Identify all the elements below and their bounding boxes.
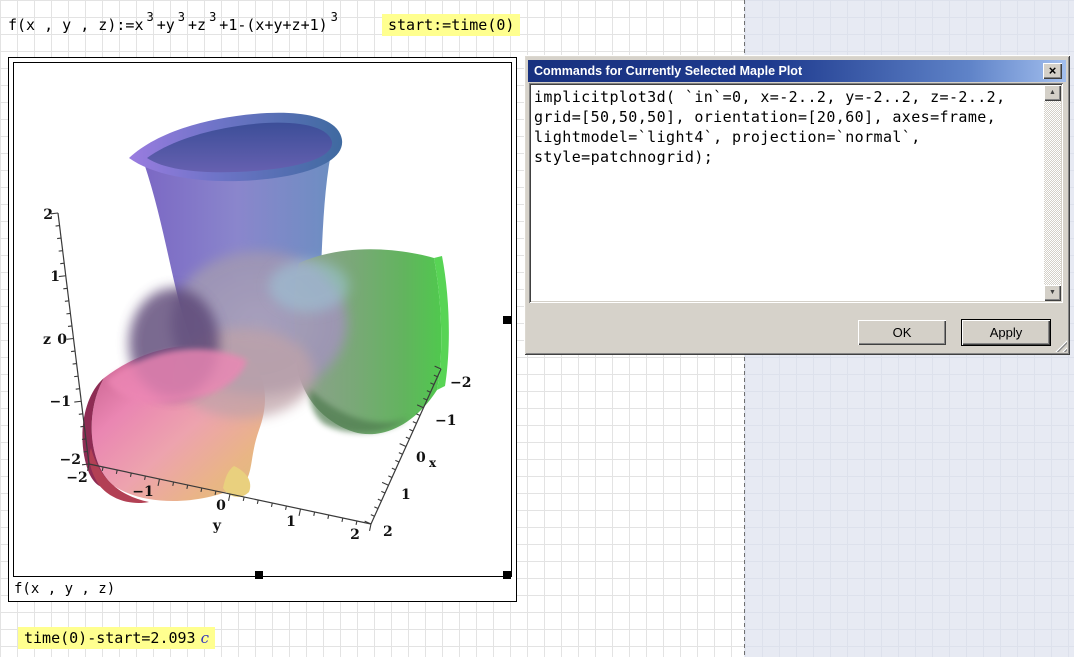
resize-handle-right[interactable]	[503, 316, 511, 324]
svg-text:−1: −1	[435, 413, 456, 429]
svg-text:1: 1	[286, 514, 296, 530]
svg-text:2: 2	[383, 524, 393, 540]
formula-exponent: 3	[178, 10, 185, 24]
code-line: implicitplot3d( `in`=0, x=-2..2, y=-2..2…	[534, 87, 1039, 107]
svg-text:0: 0	[57, 332, 67, 348]
svg-text:1: 1	[50, 269, 60, 285]
resize-grip-icon[interactable]	[1054, 339, 1067, 352]
svg-text:−2: −2	[450, 375, 471, 391]
dialog-titlebar[interactable]: Commands for Currently Selected Maple Pl…	[528, 60, 1066, 82]
svg-text:0: 0	[216, 498, 226, 514]
svg-text:−2: −2	[60, 452, 81, 468]
svg-text:y: y	[212, 518, 222, 534]
scroll-down-button[interactable]: ▼	[1044, 285, 1061, 301]
start-time-field: start:=time(0)	[382, 14, 520, 36]
svg-text:2: 2	[43, 207, 53, 223]
svg-text:0: 0	[416, 450, 426, 466]
plot-canvas: 2 1 z 0 −1 −2 −2 −1 0 y 1 2 2 1 0 x −1 −…	[9, 58, 516, 601]
elapsed-time-field: time(0)-start=2.093 c	[18, 627, 215, 649]
assign-operator: :=	[116, 16, 134, 34]
maple-plot-object[interactable]: 2 1 z 0 −1 −2 −2 −1 0 y 1 2 2 1 0 x −1 −…	[8, 57, 517, 602]
elapsed-time-value: time(0)-start=2.093	[24, 629, 196, 647]
resize-handle-bottom[interactable]	[255, 571, 263, 579]
formula-exponent: 3	[209, 10, 216, 24]
svg-text:x: x	[429, 456, 437, 470]
svg-text:−2: −2	[66, 470, 87, 486]
svg-text:1: 1	[401, 487, 411, 503]
command-text-area[interactable]: implicitplot3d( `in`=0, x=-2..2, y=-2..2…	[529, 83, 1063, 303]
svg-text:−1: −1	[132, 484, 153, 500]
surface-implicit3d	[82, 113, 448, 503]
svg-text:−1: −1	[50, 394, 71, 410]
plot-caption: f(x , y , z)	[14, 581, 115, 597]
svg-text:2: 2	[350, 527, 360, 543]
code-line: lightmodel=`light4`, projection=`normal`…	[534, 127, 1039, 147]
dialog-title: Commands for Currently Selected Maple Pl…	[534, 64, 1043, 78]
formula-term: x	[134, 16, 143, 34]
definition-formula: f(x , y , z):=x3+y3+z3+1-(x+y+z+1)3	[8, 16, 341, 40]
formula-lhs: f(x , y , z)	[8, 16, 116, 34]
formula-exponent: 3	[146, 10, 153, 24]
elapsed-time-unit: c	[201, 629, 209, 647]
scroll-up-button[interactable]: ▲	[1044, 85, 1061, 101]
ok-button[interactable]: OK	[858, 320, 946, 345]
vertical-scrollbar[interactable]: ▲ ▼	[1044, 85, 1061, 301]
formula-exponent: 3	[331, 10, 338, 24]
formula-term: +y	[157, 16, 175, 34]
code-line: style=patchnogrid);	[534, 147, 1039, 167]
apply-button[interactable]: Apply	[962, 320, 1050, 345]
scroll-down-icon: ▼	[1049, 289, 1056, 296]
surface-center-glint	[269, 260, 349, 312]
maple-plot-commands-dialog: Commands for Currently Selected Maple Pl…	[524, 55, 1070, 355]
formula-term: +z	[188, 16, 206, 34]
resize-handle-corner[interactable]	[503, 571, 511, 579]
close-icon: ×	[1049, 63, 1057, 78]
scroll-up-icon: ▲	[1049, 89, 1056, 96]
code-line: grid=[50,50,50], orientation=[20,60], ax…	[534, 107, 1039, 127]
svg-text:z: z	[43, 332, 51, 348]
formula-term: +1-(x+y+z+1)	[219, 16, 327, 34]
close-button[interactable]: ×	[1043, 63, 1062, 79]
